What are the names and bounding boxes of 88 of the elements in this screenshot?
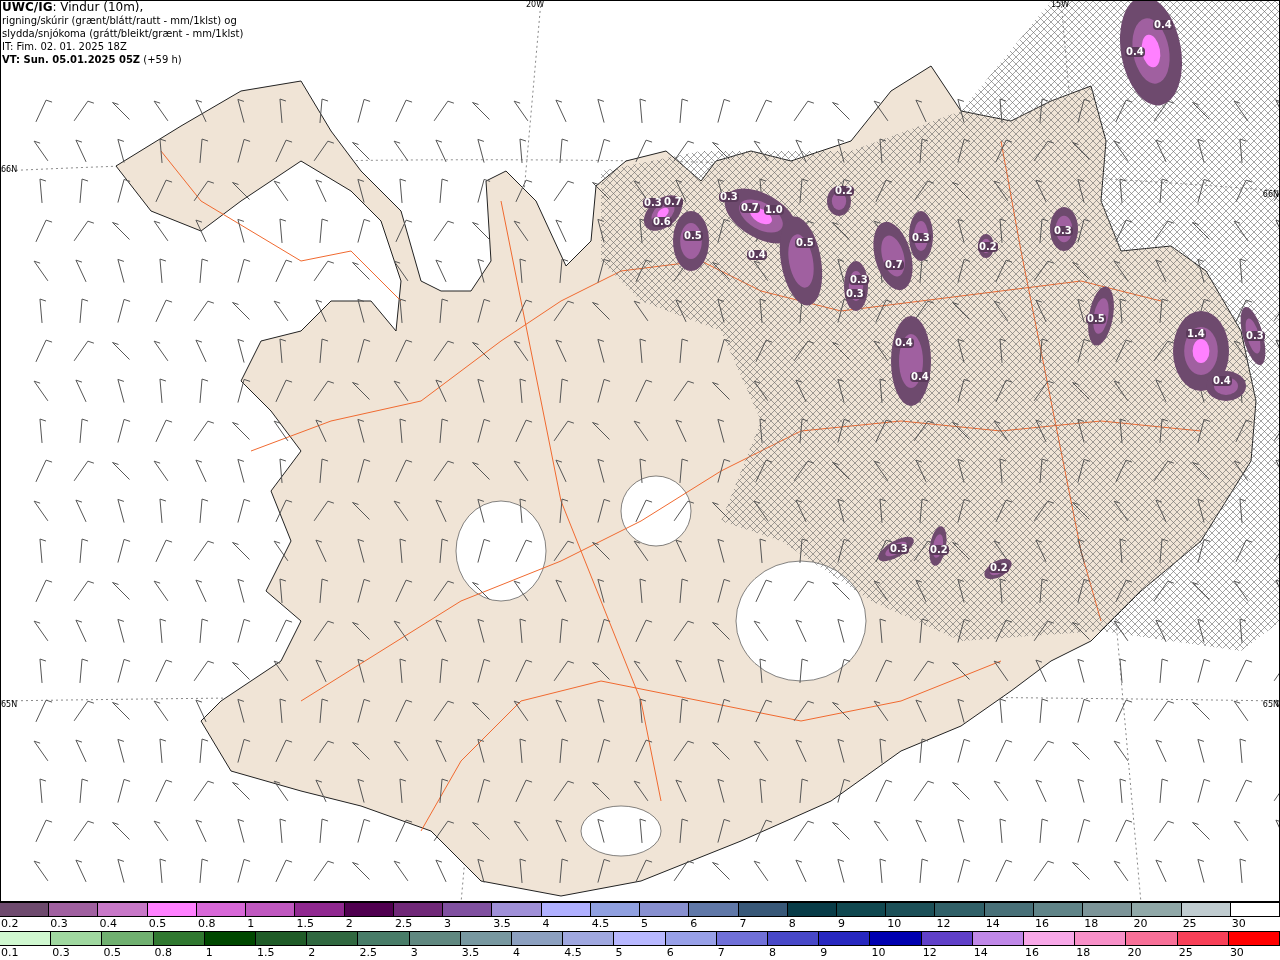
legend-label: 0.5 [147, 917, 167, 931]
legend-label: 0.8 [153, 946, 173, 960]
legend-label: 2.5 [393, 917, 413, 931]
legend-label: 4 [541, 917, 550, 931]
legend-label: 0.5 [102, 946, 121, 960]
legend-label: 6 [689, 917, 698, 931]
legend-label: 20 [1132, 917, 1148, 931]
legend-label: 18 [1083, 917, 1099, 931]
legend-label: 12 [935, 917, 951, 931]
precipitation-value: 0.2 [929, 545, 949, 555]
legend-label: 0.2 [0, 917, 19, 931]
longitude-label: 15W [1051, 1, 1070, 9]
legend-label: 0.3 [51, 946, 70, 960]
legend-label: 3.5 [460, 946, 480, 960]
latitude-label: 65N [1262, 701, 1279, 709]
legend-label: 25 [1177, 946, 1193, 960]
legend-label: 4.5 [563, 946, 582, 960]
precipitation-value: 0.5 [1086, 314, 1106, 324]
precipitation-value: 0.4 [894, 338, 914, 348]
legend-label: 10 [870, 946, 886, 960]
legend-label: 1 [246, 917, 255, 931]
legend-label: 12 [921, 946, 937, 960]
precipitation-value: 0.7 [740, 203, 760, 213]
caption-line: UWC/IG: Vindur (10m), [2, 1, 145, 14]
precipitation-value: 0.7 [663, 197, 683, 207]
legend-label: 18 [1075, 946, 1091, 960]
latitude-label: 65N [1, 701, 18, 709]
precipitation-value: 0.3 [1053, 226, 1073, 236]
legend-label: 14 [972, 946, 988, 960]
legend-label: 10 [886, 917, 902, 931]
precipitation-value: 0.5 [795, 238, 815, 248]
legend-label: 1 [204, 946, 213, 960]
caption-line: rigning/skúrir (grænt/blátt/rautt - mm/1klst) og [2, 14, 238, 27]
legend-label: 8 [768, 946, 777, 960]
latitude-label: 66N [1262, 191, 1279, 199]
legend-label: 4.5 [590, 917, 610, 931]
precipitation-value: 0.2 [989, 563, 1009, 573]
legend-label: 3 [443, 917, 452, 931]
longitude-label: 20W [526, 1, 545, 9]
precipitation-value: 0.3 [849, 275, 869, 285]
legend-label: 2 [307, 946, 316, 960]
legend-label: 7 [716, 946, 725, 960]
legend-label: 1.5 [295, 917, 314, 931]
precipitation-value: 0.3 [643, 198, 663, 208]
precipitation-value: 0.3 [1245, 331, 1265, 341]
legend-label: 8 [787, 917, 796, 931]
legend-label: 2.5 [358, 946, 377, 960]
precipitation-value: 0.2 [978, 242, 998, 252]
precipitation-value: 0.3 [845, 289, 865, 299]
precipitation-value: 0.2 [834, 186, 854, 196]
precipitation-value: 0.4 [1125, 47, 1145, 57]
legend-label: 0.3 [49, 917, 68, 931]
legend-label: 0.8 [196, 917, 216, 931]
legend-label: 0.4 [98, 917, 117, 931]
precipitation-value: 0.4 [747, 250, 767, 260]
legend-label: 14 [984, 917, 1000, 931]
legend-label: 20 [1126, 946, 1142, 960]
precipitation-value: 0.4 [910, 372, 930, 382]
legend-label: 6 [665, 946, 674, 960]
precipitation-value: 1.0 [764, 205, 784, 215]
legend-label: 2 [344, 917, 353, 931]
precipitation-value: 0.4 [1212, 376, 1232, 386]
caption-line: VT: Sun. 05.01.2025 05Z (+59 h) [2, 53, 183, 66]
legend-label: 9 [819, 946, 828, 960]
legend-label: 30 [1228, 946, 1244, 960]
precipitation-value: 0.3 [911, 233, 931, 243]
legend-label: 16 [1033, 917, 1049, 931]
precipitation-value: 0.6 [652, 217, 672, 227]
legend-label: 3.5 [492, 917, 511, 931]
caption-line: IT: Fim. 02. 01. 2025 18Z [2, 40, 128, 53]
precipitation-value: 0.7 [884, 260, 904, 270]
legend-label: 5 [640, 917, 649, 931]
legend-label: 16 [1024, 946, 1040, 960]
legend-label: 5 [614, 946, 623, 960]
legend-label: 4 [512, 946, 521, 960]
precipitation-value: 0.5 [683, 231, 703, 241]
legend-label: 30 [1230, 917, 1246, 931]
legend-label: 1.5 [256, 946, 275, 960]
precipitation-value: 0.3 [889, 544, 909, 554]
latitude-label: 66N [1, 166, 18, 174]
legend-label: 7 [738, 917, 747, 931]
legend-label: 3 [409, 946, 418, 960]
legend-label: 0.1 [0, 946, 19, 960]
precipitation-value: 0.3 [719, 192, 739, 202]
precipitation-value: 1.4 [1186, 329, 1206, 339]
precipitation-value: 0.4 [1153, 20, 1173, 30]
legend-label: 25 [1181, 917, 1197, 931]
legend-label: 9 [837, 917, 845, 931]
